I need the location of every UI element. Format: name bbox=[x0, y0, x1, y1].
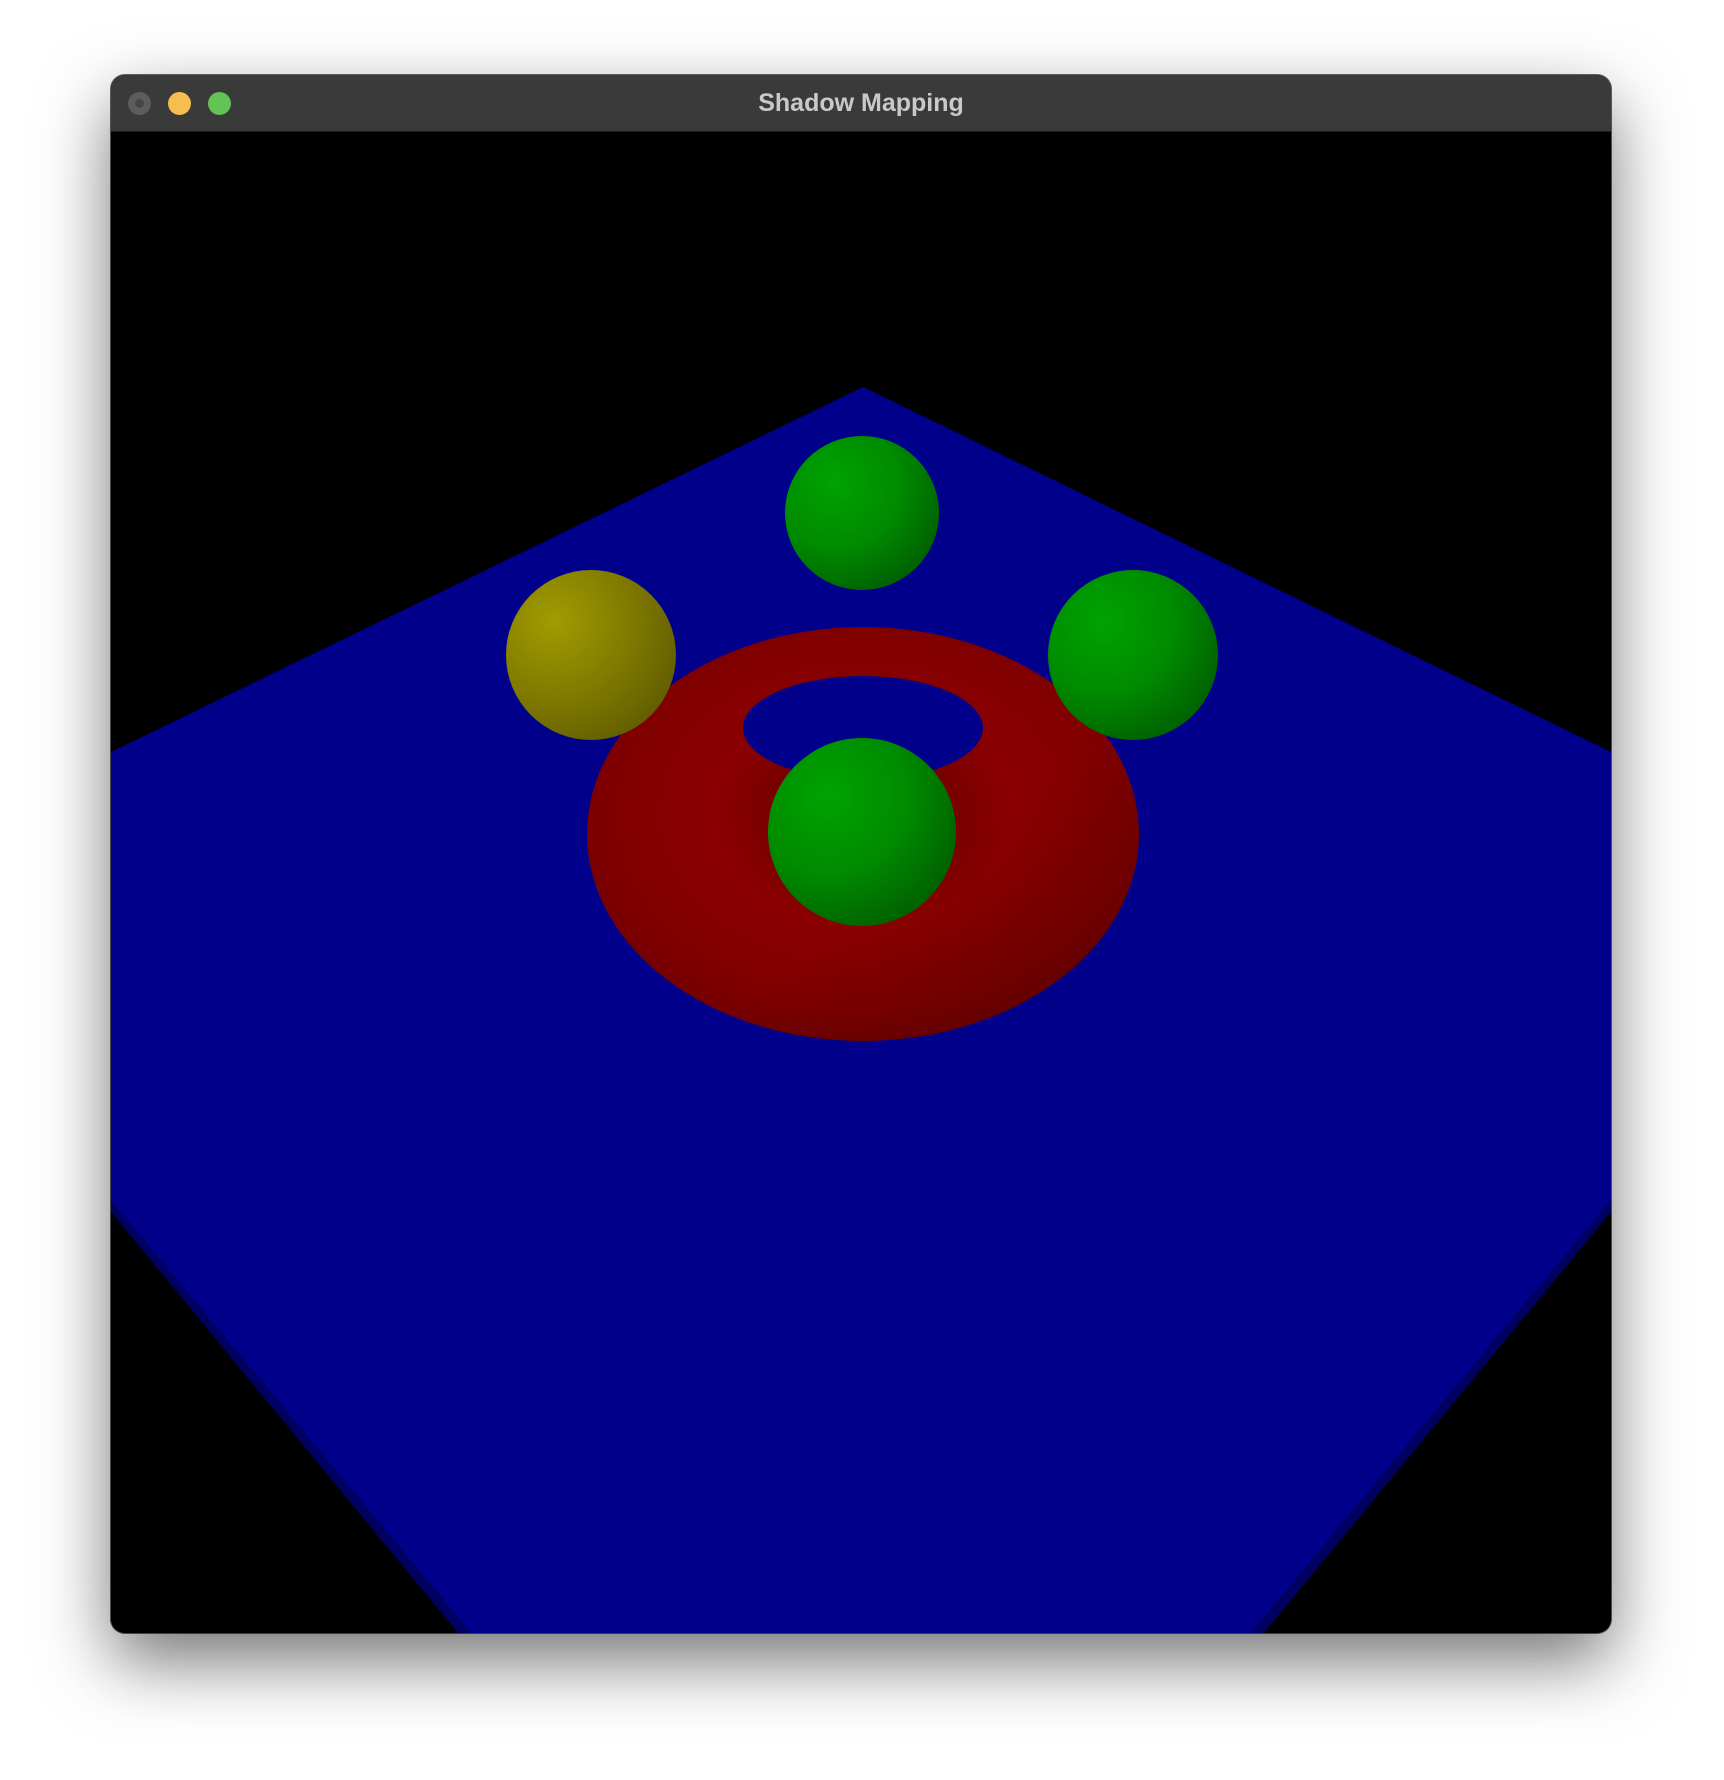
sphere bbox=[768, 738, 956, 926]
scene-canvas bbox=[111, 387, 1611, 1633]
sphere bbox=[1048, 570, 1218, 740]
window-title: Shadow Mapping bbox=[758, 89, 964, 117]
app-window: Shadow Mapping bbox=[111, 75, 1611, 1633]
render-viewport[interactable] bbox=[111, 132, 1611, 1633]
sphere bbox=[506, 570, 676, 740]
title-bar[interactable]: Shadow Mapping bbox=[111, 75, 1611, 132]
sphere bbox=[785, 436, 939, 590]
